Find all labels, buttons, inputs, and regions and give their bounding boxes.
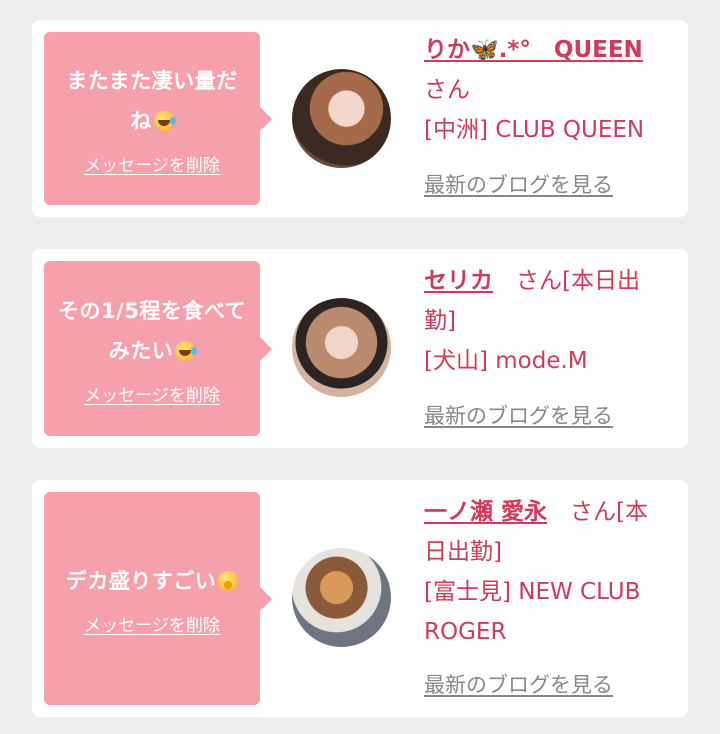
message-text: その1/5程を食べてみたい [57,299,247,363]
cast-name-suffix: さん [424,77,470,103]
avatar[interactable] [292,69,391,168]
avatar[interactable] [292,548,391,647]
latest-blog-link[interactable]: 最新のブログを見る [424,169,613,199]
cast-info: 一ノ瀬 愛永 さん[本日出勤] [富士見] NEW CLUB ROGER [424,492,668,652]
message-bubble: その1/5程を食べてみたい メッセージを削除 [44,261,272,436]
message-bubble: デカ盛りすごい メッセージを削除 [44,492,272,705]
delete-message-link[interactable]: メッセージを削除 [84,151,220,176]
message-bubble: またまた凄い量だね メッセージを削除 [44,32,272,205]
message-text: またまた凄い量だね [66,69,238,133]
latest-blog-link[interactable]: 最新のブログを見る [424,669,613,699]
laughing-emoji-icon [175,341,198,361]
cast-name-link[interactable]: りか🦋.*° QUEEN [424,37,643,63]
cast-name-link[interactable]: 一ノ瀬 愛永 [424,499,547,525]
delete-message-link[interactable]: メッセージを削除 [84,611,220,636]
cast-info: セリカ さん[本日出勤] [犬山] mode.M [424,261,668,381]
message-list: またまた凄い量だね メッセージを削除 りか🦋.*° QUEEN さん [中洲] … [0,0,720,734]
shop-name: [富士見] NEW CLUB ROGER [424,579,641,645]
message-card: その1/5程を食べてみたい メッセージを削除 セリカ さん[本日出勤] [犬山]… [32,249,688,448]
shop-name: [犬山] mode.M [424,348,588,374]
message-card: デカ盛りすごい メッセージを削除 一ノ瀬 愛永 さん[本日出勤] [富士見] N… [32,480,688,717]
delete-message-link[interactable]: メッセージを削除 [84,381,220,406]
cast-name-link[interactable]: セリカ [424,268,493,294]
latest-blog-link[interactable]: 最新のブログを見る [424,400,613,430]
cast-info: りか🦋.*° QUEEN さん [中洲] CLUB QUEEN [424,30,668,150]
message-card: またまた凄い量だね メッセージを削除 りか🦋.*° QUEEN さん [中洲] … [32,20,688,217]
avatar[interactable] [292,298,391,397]
hand-over-mouth-emoji-icon [218,571,239,591]
shop-name: [中洲] CLUB QUEEN [424,117,645,143]
laughing-emoji-icon [153,111,176,131]
message-text: デカ盛りすごい [66,561,239,601]
